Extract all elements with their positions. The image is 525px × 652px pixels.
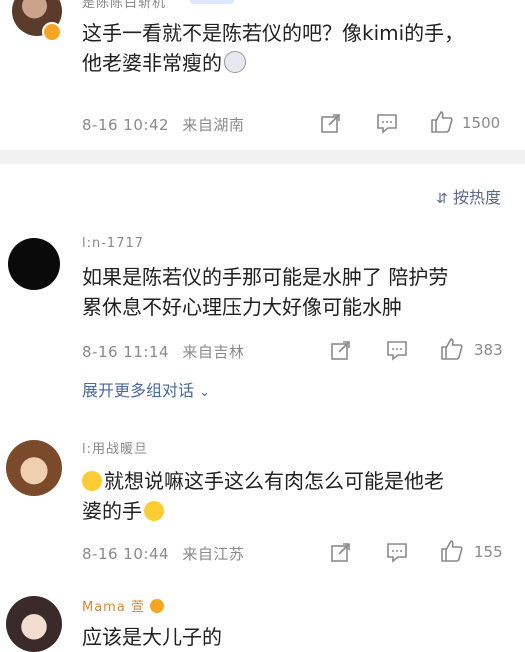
- comment-time: 8-16 10:42: [82, 116, 170, 134]
- like-icon[interactable]: [430, 110, 454, 134]
- commenter-name[interactable]: l:n-1717: [82, 236, 144, 251]
- comment-meta: 8-16 10:42 来自湖南: [82, 114, 244, 135]
- member-badge-icon: [190, 0, 234, 4]
- avatar[interactable]: [6, 596, 62, 652]
- comment-text-line: 就想说嘛这手这么有肉怎么可能是他老: [82, 466, 444, 496]
- comment-time: 8-16 11:14: [82, 343, 170, 361]
- crown-badge-icon: [150, 599, 165, 613]
- avatar[interactable]: [8, 238, 60, 290]
- like-icon[interactable]: [440, 539, 464, 563]
- comment-location: 来自吉林: [182, 343, 245, 361]
- sort-label: 按热度: [452, 188, 501, 207]
- verified-badge-icon: [42, 22, 62, 42]
- comment-time: 8-16 10:44: [82, 545, 170, 563]
- comment-text: 就想说嘛这手这么有肉怎么可能是他老 婆的手: [82, 466, 444, 526]
- comment-text-line: 这手一看就不是陈若仪的吧？像kimi的手，: [82, 21, 465, 45]
- expand-conversation-link[interactable]: 展开更多组对话 ⌄: [82, 377, 210, 401]
- section-divider: [0, 150, 525, 164]
- sort-by-hot-button[interactable]: ⇵ 按热度: [436, 184, 501, 208]
- share-icon[interactable]: [330, 541, 352, 563]
- reply-icon[interactable]: [376, 112, 398, 134]
- share-icon[interactable]: [320, 112, 342, 134]
- commenter-name-text: Mama 萱: [82, 600, 145, 615]
- comment-text: 应该是大儿子的: [82, 625, 222, 649]
- commenter-name[interactable]: 是陈陈白斩机: [82, 0, 166, 11]
- reply-icon[interactable]: [386, 339, 408, 361]
- like-count: 383: [474, 341, 503, 359]
- like-count: 1500: [462, 114, 501, 132]
- like-count: 155: [474, 543, 503, 561]
- sort-icon: ⇵: [436, 191, 448, 207]
- grinning-emoji-icon: [144, 501, 164, 521]
- comment-location: 来自江苏: [182, 545, 245, 563]
- comment-text-line: 累休息不好心理压力大好像可能水肿: [82, 295, 402, 319]
- expand-label: 展开更多组对话: [82, 381, 195, 400]
- comment-meta: 8-16 10:44 来自江苏: [82, 543, 244, 564]
- like-icon[interactable]: [440, 337, 464, 361]
- avatar[interactable]: [6, 440, 62, 496]
- chevron-down-icon: ⌄: [199, 385, 211, 400]
- share-icon[interactable]: [330, 339, 352, 361]
- comment-text-line: 他老婆非常瘦的: [82, 48, 464, 78]
- comment-location: 来自湖南: [182, 116, 245, 134]
- grinning-emoji-icon: [82, 471, 102, 491]
- comment-text-line: 婆的手: [82, 496, 444, 526]
- comment-text-line: 如果是陈若仪的手那可能是水肿了 陪护劳: [82, 265, 449, 289]
- commenter-name[interactable]: l:用战暖旦: [82, 438, 148, 457]
- emoji-icon: [224, 51, 246, 73]
- reply-icon[interactable]: [386, 541, 408, 563]
- comment-meta: 8-16 11:14 来自吉林: [82, 341, 244, 362]
- commenter-name[interactable]: Mama 萱: [82, 596, 165, 615]
- comment-text: 如果是陈若仪的手那可能是水肿了 陪护劳 累休息不好心理压力大好像可能水肿: [82, 262, 448, 322]
- comment-text: 这手一看就不是陈若仪的吧？像kimi的手， 他老婆非常瘦的: [82, 18, 464, 78]
